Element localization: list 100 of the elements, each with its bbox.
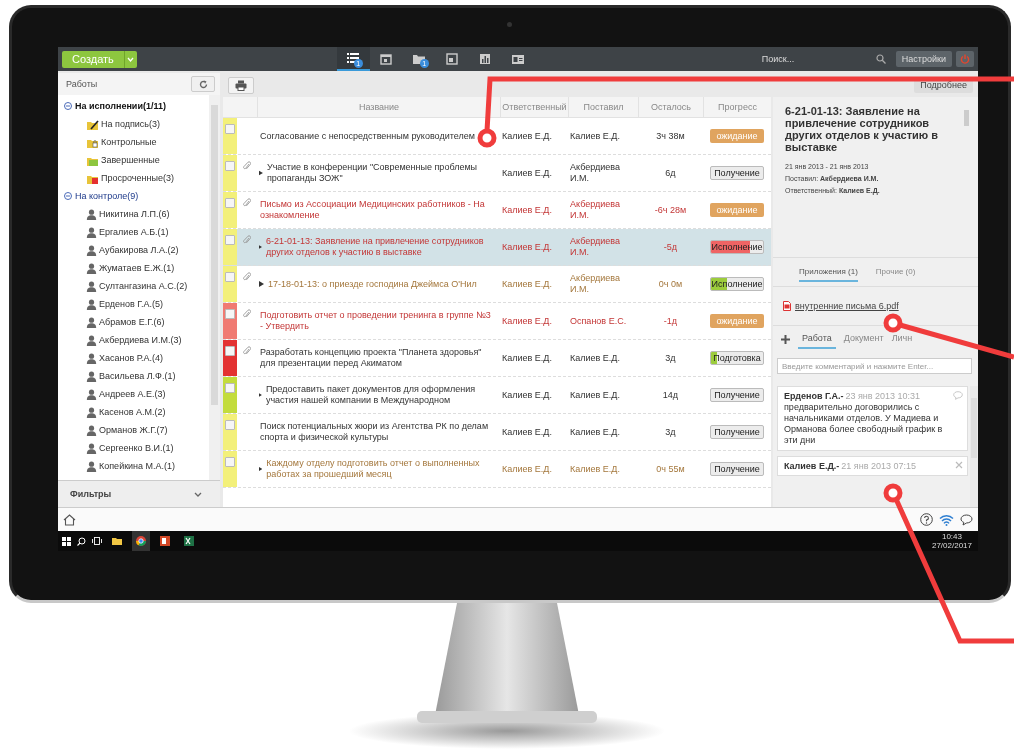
- slides-app-icon[interactable]: [159, 535, 171, 547]
- tree-item[interactable]: Орманов Ж.Г.(7): [99, 425, 168, 435]
- plus-icon[interactable]: [781, 334, 790, 344]
- windows-icon[interactable]: [62, 536, 71, 546]
- table-row[interactable]: Каждому отделу подготовить отчет о выполненных работах за прошедший месяц Калиев Е.Д. Калиев Е.Д. 0ч 55м Получение: [223, 451, 771, 488]
- tree-item[interactable]: Андреев А.Е.(3): [99, 389, 166, 399]
- checkbox[interactable]: [225, 198, 235, 208]
- task-title[interactable]: Разработать концепцию проекта "Планета здоровья" для презентации перед Акиматом: [260, 347, 494, 369]
- checkbox[interactable]: [225, 420, 235, 430]
- scrollbar[interactable]: [970, 386, 978, 507]
- tree-item[interactable]: Жуматаев Е.Ж.(1): [99, 263, 175, 273]
- tree-item[interactable]: Султангазина А.С.(2): [99, 281, 188, 291]
- task-title[interactable]: Подготовить отчет о проведении тренинга в группе №3 - Утвердить: [260, 310, 494, 332]
- task-view-icon[interactable]: [92, 537, 102, 545]
- tree-item[interactable]: Васильева Л.Ф.(1): [99, 371, 176, 381]
- refresh-icon: [198, 79, 208, 89]
- collapse-icon[interactable]: [64, 102, 72, 110]
- comment-field[interactable]: Введите комментарий и нажмите Enter...: [777, 358, 972, 374]
- task-title[interactable]: Предоставить пакет документов для оформления участия нашей компании в Международном: [265, 384, 494, 406]
- tree-item[interactable]: Акбердиева И.М.(3): [99, 335, 182, 345]
- person-icon: [86, 388, 97, 400]
- search-icon[interactable]: [77, 536, 86, 546]
- tree-item[interactable]: Копейкина М.А.(1): [99, 461, 176, 471]
- tab[interactable]: Работа: [798, 329, 836, 349]
- tree-item[interactable]: На контроле(9): [75, 191, 139, 201]
- checkbox[interactable]: [225, 272, 235, 282]
- checkbox[interactable]: [225, 346, 235, 356]
- progress-button[interactable]: Получение: [710, 462, 764, 476]
- task-title[interactable]: Письмо из Ассоциации Медицинских работников - На ознакомление: [260, 199, 494, 221]
- settings-button[interactable]: Настройки: [895, 51, 952, 67]
- checkbox[interactable]: [225, 124, 235, 134]
- tree-item[interactable]: Ергалиев А.Б.(1): [99, 227, 169, 237]
- tree-item[interactable]: Завершенные: [101, 155, 160, 165]
- tree-item[interactable]: Аубакирова Л.А.(2): [99, 245, 179, 255]
- browser-icon[interactable]: [135, 535, 147, 547]
- progress-button[interactable]: Получение: [710, 166, 764, 180]
- chat-icon[interactable]: [960, 513, 973, 526]
- checkbox[interactable]: [225, 161, 235, 171]
- task-title[interactable]: Каждому отделу подготовить отчет о выполненных работах за прошедший месяц: [266, 458, 494, 480]
- file-link[interactable]: внутренние письма 6.pdf: [795, 301, 899, 311]
- checkbox[interactable]: [225, 309, 235, 319]
- table-cell: 6д: [665, 167, 676, 179]
- person-icon: [86, 370, 97, 382]
- table-cell: Калиев Е.Д.: [502, 352, 552, 364]
- search-field[interactable]: Поиск...: [761, 54, 872, 64]
- task-title[interactable]: Согласование с непосредственным руководителем: [260, 130, 475, 142]
- checkbox[interactable]: [225, 235, 235, 245]
- table-cell: Калиев Е.Д.: [502, 204, 552, 216]
- table-cell: 0ч 0м: [658, 278, 683, 290]
- task-title[interactable]: Поиск потенциальных жюри из Агентства РК по делам спорта и физической культуры: [260, 421, 494, 443]
- table-cell: 3ч 38м: [656, 130, 685, 142]
- home-icon[interactable]: [63, 513, 76, 526]
- table-row[interactable]: Подготовить отчет о проведении тренинга в группе №3 - Утвердить Калиев Е.Д. Оспанов Е.С. -1д ожидание: [223, 303, 771, 340]
- checkbox[interactable]: [225, 383, 235, 393]
- bar-chart-icon: [478, 52, 493, 66]
- folder-icon[interactable]: [111, 535, 123, 547]
- section-title[interactable]: Фильтры: [70, 489, 112, 499]
- tree-item[interactable]: Ерденов Г.А.(5): [99, 299, 164, 309]
- table-row[interactable]: Участие в конференции "Современные проблемы пропаганды ЗОЖ" Калиев Е.Д. Акбердиева И.М. 6д Получение: [223, 155, 771, 192]
- print-button[interactable]: [228, 76, 254, 94]
- tree-item[interactable]: Касенов А.М.(2): [99, 407, 166, 417]
- tree-item[interactable]: Хасанов Р.А.(4): [99, 353, 164, 363]
- task-heading: 6-21-01-13: Заявление на привлечение сотрудников других отделов к участию в выставке: [785, 105, 940, 153]
- task-title[interactable]: Участие в конференции "Современные проблемы пропаганды ЗОЖ": [266, 162, 494, 184]
- tab[interactable]: Приложения (1): [799, 262, 858, 282]
- tree-item[interactable]: Сергеенко В.И.(1): [99, 443, 174, 453]
- expand-icon[interactable]: [259, 392, 262, 398]
- table-row[interactable]: Предоставить пакет документов для оформления участия нашей компании в Международном Калиев Е.Д. Калиев Е.Д. 14д Получение: [223, 377, 771, 414]
- person-icon: [86, 334, 97, 346]
- tree-item[interactable]: На исполнении(1/11): [75, 101, 166, 111]
- tree-item[interactable]: Контрольные: [101, 137, 157, 147]
- scrollbar[interactable]: [209, 95, 220, 480]
- wifi-icon[interactable]: [939, 513, 954, 526]
- checkbox[interactable]: [225, 457, 235, 467]
- progress-button[interactable]: Получение: [710, 425, 764, 439]
- task-title[interactable]: 6-21-01-13: Заявление на привлечение сотрудников других отделов к участию в выставке: [266, 236, 494, 258]
- tree-item[interactable]: Просроченные(3): [101, 173, 174, 183]
- comment-text: предварительно договорились с начальниками отделов. У Мадиева и Орманова более свободный график в эти дни: [784, 402, 944, 446]
- refresh-button[interactable]: [191, 76, 215, 92]
- expand-icon[interactable]: [259, 244, 263, 250]
- collapse-icon[interactable]: [64, 192, 72, 200]
- clock-date: 27/02/2017: [931, 541, 972, 550]
- expand-icon[interactable]: [259, 466, 263, 472]
- clock-time: 10:43: [941, 532, 962, 541]
- help-icon[interactable]: [920, 513, 933, 526]
- tree-item[interactable]: На подпись(3): [101, 119, 161, 129]
- table-cell: -6ч 28м: [654, 204, 687, 216]
- expand-icon[interactable]: [259, 281, 264, 287]
- table-cell-text: Акбердиева И.М.: [570, 236, 621, 258]
- task-title[interactable]: 17-18-01-13: о приезде господина Джеймса О'Нил: [268, 278, 477, 290]
- table-row[interactable]: Поиск потенциальных жюри из Агентства РК по делам спорта и физической культуры Калиев Е.Д. Калиев Е.Д. 3д Получение: [223, 414, 771, 451]
- table-cell: Калиев Е.Д.: [502, 241, 552, 253]
- progress-button[interactable]: Получение: [710, 388, 764, 402]
- tree-item[interactable]: Никитина Л.П.(6): [99, 209, 170, 219]
- tree-item[interactable]: Абрамов Е.Г.(6): [99, 317, 165, 327]
- chevron-down-icon[interactable]: [194, 491, 202, 497]
- spreadsheet-app-icon[interactable]: [183, 535, 195, 547]
- table-cell: Калиев Е.Д.: [570, 426, 620, 438]
- person-icon: [86, 442, 97, 454]
- expand-icon[interactable]: [259, 170, 263, 176]
